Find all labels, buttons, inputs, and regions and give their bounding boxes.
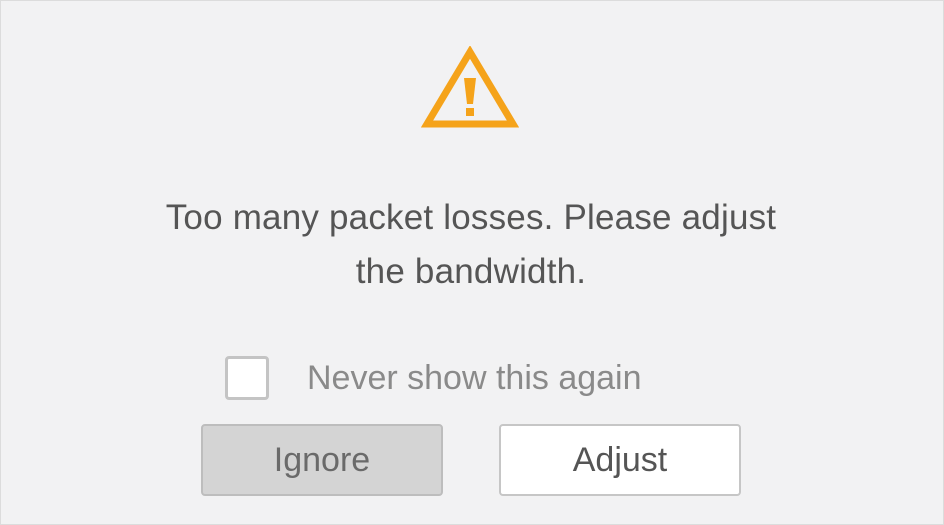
dialog-message: Too many packet losses. Please adjust th…	[101, 191, 841, 299]
packet-loss-dialog: Too many packet losses. Please adjust th…	[0, 0, 944, 525]
never-show-again-label: Never show this again	[307, 359, 642, 397]
ignore-button[interactable]: Ignore	[201, 424, 443, 496]
adjust-button[interactable]: Adjust	[499, 424, 741, 496]
warning-icon	[421, 46, 519, 128]
never-show-again-option[interactable]: Never show this again	[225, 353, 642, 403]
never-show-again-checkbox[interactable]	[225, 356, 269, 400]
message-line-2: the bandwidth.	[355, 252, 587, 291]
message-line-1: Too many packet losses. Please adjust	[165, 198, 777, 237]
